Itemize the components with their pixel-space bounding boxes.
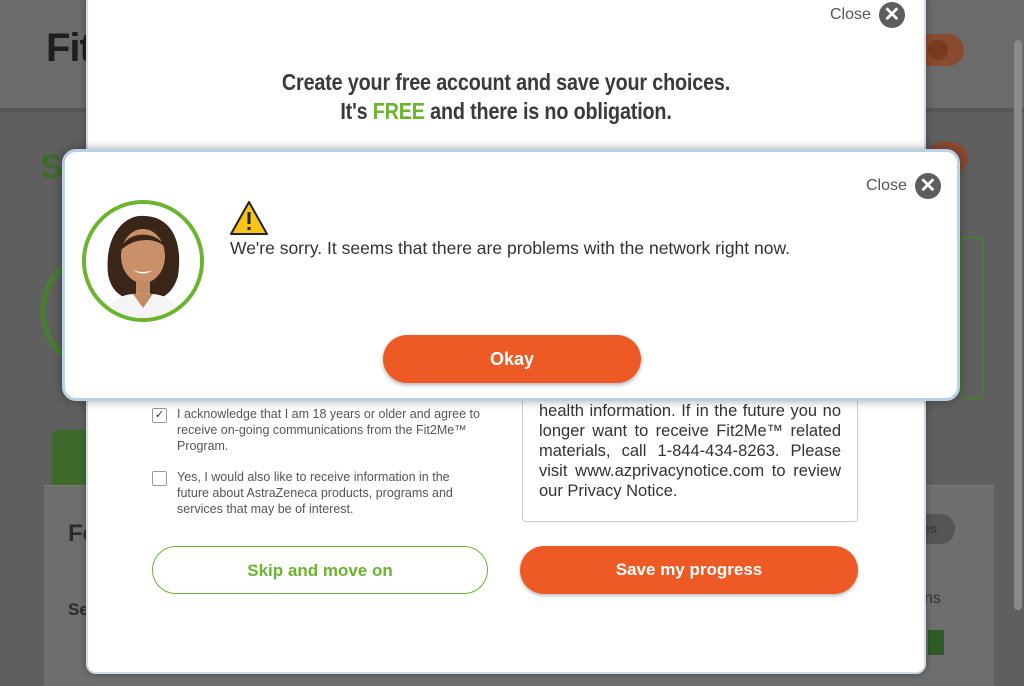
warning-icon xyxy=(230,201,268,235)
consent-label: I acknowledge that I am 18 years or olde… xyxy=(177,407,480,453)
consent-checkbox[interactable]: ✓ xyxy=(152,408,167,423)
page-scrollbar[interactable] xyxy=(1014,40,1022,610)
close-label: Close xyxy=(866,177,907,194)
error-dialog-close-button[interactable]: Close ✕ xyxy=(866,173,941,199)
modal-subheadline: It's FREE and there is no obligation. xyxy=(147,98,866,125)
headline-line-1: Create your free account and save your c… xyxy=(281,69,731,95)
marketing-label: Yes, I would also like to receive inform… xyxy=(177,470,453,516)
marketing-checkbox-row[interactable]: Yes, I would also like to receive inform… xyxy=(152,469,472,517)
background-side-box xyxy=(960,236,984,400)
background-green-block xyxy=(928,630,944,655)
marketing-checkbox[interactable] xyxy=(152,471,167,486)
modal-headline: Create your free account and save your c… xyxy=(147,69,866,96)
background-logo: Fit xyxy=(46,26,93,70)
coach-avatar xyxy=(82,200,204,322)
consent-checkbox-row[interactable]: ✓ I acknowledge that I am 18 years or ol… xyxy=(152,406,492,454)
error-message: We're sorry. It seems that there are pro… xyxy=(230,238,791,258)
account-modal-close-button[interactable]: Close ✕ xyxy=(830,2,905,28)
network-error-dialog: Close ✕ We're sorry. It seems that there… xyxy=(62,149,960,401)
close-label: Close xyxy=(830,6,871,23)
background-right-label: ns xyxy=(924,590,941,607)
privacy-notice-box[interactable]: health information. If in the future you… xyxy=(522,390,858,522)
headline-suffix: and there is no obligation. xyxy=(424,98,672,124)
okay-button[interactable]: Okay xyxy=(383,335,641,383)
close-icon[interactable]: ✕ xyxy=(878,2,905,28)
background-heading: S xyxy=(40,148,63,186)
skip-button[interactable]: Skip and move on xyxy=(152,546,488,594)
save-progress-button[interactable]: Save my progress xyxy=(520,546,858,594)
close-icon[interactable]: ✕ xyxy=(914,173,941,199)
headline-prefix: It's xyxy=(340,98,373,124)
privacy-notice-text: health information. If in the future you… xyxy=(539,402,841,500)
headline-free-word: FREE xyxy=(372,98,425,124)
